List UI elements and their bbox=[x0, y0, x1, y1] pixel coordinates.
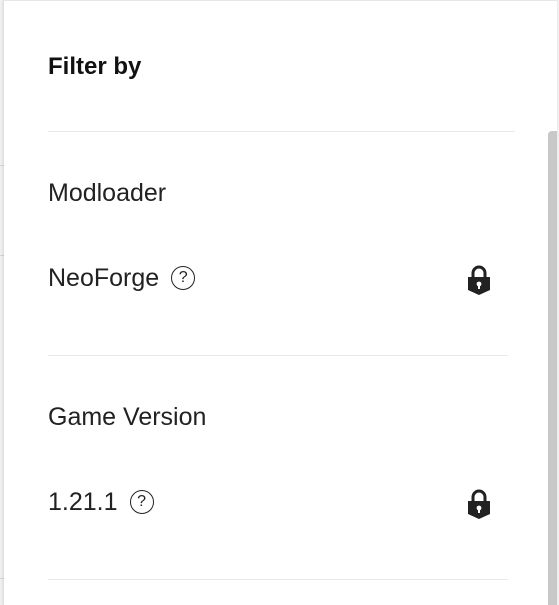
scrollbar[interactable] bbox=[548, 131, 557, 605]
filter-panel: Filter by Modloader NeoForge ? Game Vers… bbox=[4, 0, 557, 605]
page: Filter by Modloader NeoForge ? Game Vers… bbox=[0, 0, 559, 605]
section-title-game-version: Game Version bbox=[48, 403, 207, 431]
filter-value-game-version: 1.21.1 bbox=[48, 487, 118, 516]
filter-value-modloader: NeoForge bbox=[48, 263, 160, 292]
lock-icon bbox=[468, 489, 490, 519]
filter-row-game-version: 1.21.1 ? bbox=[48, 484, 497, 520]
section-title-modloader: Modloader bbox=[48, 179, 167, 207]
filter-row-modloader: NeoForge ? bbox=[48, 260, 497, 296]
section-divider bbox=[48, 579, 508, 580]
question-circle-icon[interactable]: ? bbox=[171, 266, 196, 290]
header-divider bbox=[48, 131, 515, 132]
lock-icon bbox=[468, 265, 490, 295]
panel-title: Filter by bbox=[48, 53, 142, 80]
question-circle-icon[interactable]: ? bbox=[129, 490, 154, 514]
section-divider bbox=[48, 355, 508, 356]
